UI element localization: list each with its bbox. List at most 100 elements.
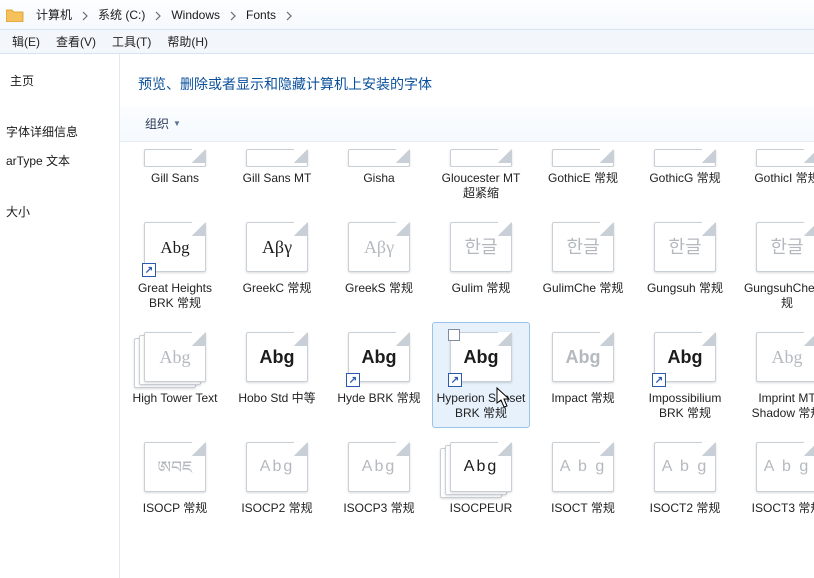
organize-button[interactable]: 组织 ▼ xyxy=(138,112,190,135)
shortcut-overlay-icon: ↗ xyxy=(346,373,360,387)
chevron-right-icon[interactable] xyxy=(82,10,88,20)
font-thumbnail: 한글 xyxy=(442,217,520,277)
font-item[interactable]: ཨབཇISOCP 常规 xyxy=(126,432,224,523)
font-label: Imprint MT Shadow 常规 xyxy=(741,391,814,421)
font-item[interactable]: Abg Imprint MT Shadow 常规 xyxy=(738,322,814,428)
menu-tools[interactable]: 工具(T) xyxy=(104,31,159,52)
sidebar: 主页 字体详细信息 arType 文本 大小 xyxy=(0,54,120,578)
breadcrumb-item[interactable]: Windows xyxy=(165,6,226,24)
chevron-right-icon[interactable] xyxy=(155,10,161,20)
font-item[interactable]: Αβγ GreekC 常规 xyxy=(228,212,326,318)
font-thumbnail: 한글 xyxy=(748,217,814,277)
font-item[interactable]: GothicE 常规 xyxy=(534,144,632,208)
font-item[interactable]: Abg↗Hyde BRK 常规 xyxy=(330,322,428,428)
font-thumbnail: Abg xyxy=(340,437,418,497)
font-item[interactable]: Gloucester MT 超紧缩 xyxy=(432,144,530,208)
shortcut-overlay-icon: ↗ xyxy=(142,263,156,277)
breadcrumb-item[interactable]: Fonts xyxy=(240,6,282,24)
font-sample: A b g xyxy=(748,459,814,475)
folder-icon xyxy=(6,7,24,23)
font-item[interactable]: Abg ISOCPEUR xyxy=(432,432,530,523)
font-item[interactable]: 한글 Gulim 常规 xyxy=(432,212,530,318)
font-label: GreekC 常规 xyxy=(243,281,312,296)
font-thumbnail xyxy=(748,149,814,167)
font-item[interactable]: Gill Sans MT xyxy=(228,144,326,208)
font-sample: A b g xyxy=(544,459,622,475)
sidebar-link-cleartype[interactable]: arType 文本 xyxy=(0,146,119,175)
font-label: Impossibilium BRK 常规 xyxy=(639,391,731,421)
menu-edit[interactable]: 辑(E) xyxy=(4,31,48,52)
breadcrumb-item[interactable]: 系统 (C:) xyxy=(92,4,151,25)
font-sample: Abg xyxy=(340,459,418,475)
font-sample: Abg xyxy=(646,348,724,366)
font-thumbnail xyxy=(442,149,520,167)
font-thumbnail: Αβγ xyxy=(238,217,316,277)
font-label: ISOCPEUR xyxy=(450,501,513,516)
breadcrumb-item[interactable]: 计算机 xyxy=(30,4,78,25)
font-item[interactable]: 한글GulimChe 常规 xyxy=(534,212,632,318)
chevron-right-icon[interactable] xyxy=(230,10,236,20)
menu-help[interactable]: 帮助(H) xyxy=(159,31,216,52)
page-title: 预览、删除或者显示和隐藏计算机上安装的字体 xyxy=(120,54,814,106)
sidebar-heading-home[interactable]: 主页 xyxy=(0,66,119,95)
font-item[interactable]: Abg High Tower Text xyxy=(126,322,224,428)
font-grid-scroll[interactable]: Gill Sans Gill Sans MT Gisha Gloucester MT … xyxy=(120,142,814,578)
font-item[interactable]: ΑβγGreekS 常规 xyxy=(330,212,428,318)
font-sample: Abg xyxy=(238,459,316,475)
font-sample: Αβγ xyxy=(238,238,316,256)
font-item[interactable]: Abg ↗ Hyperion Sunset BRK 常规 xyxy=(432,322,530,428)
font-sample: Abg xyxy=(136,239,214,256)
font-sample: Abg xyxy=(442,459,520,475)
font-item[interactable]: AbgHobo Std 中等 xyxy=(228,322,326,428)
menu-view[interactable]: 查看(V) xyxy=(48,31,104,52)
font-item[interactable]: AbgImpact 常规 xyxy=(534,322,632,428)
shortcut-overlay-icon: ↗ xyxy=(448,373,462,387)
font-sample: Abg xyxy=(340,348,418,366)
font-item[interactable]: Abg ↗ Great Heights BRK 常规 xyxy=(126,212,224,318)
font-thumbnail: A b g xyxy=(544,437,622,497)
font-sample: ཨབཇ xyxy=(136,459,214,476)
font-label: GungsuhChe 常规 xyxy=(741,281,814,311)
menu-bar: 辑(E) 查看(V) 工具(T) 帮助(H) xyxy=(0,30,814,54)
chevron-right-icon[interactable] xyxy=(286,10,292,20)
font-label: Gisha xyxy=(363,171,394,186)
font-item[interactable]: 한글 GungsuhChe 常规 xyxy=(738,212,814,318)
address-bar[interactable]: 计算机 系统 (C:) Windows Fonts xyxy=(0,0,814,30)
font-item[interactable]: Abg ↗ Impossibilium BRK 常规 xyxy=(636,322,734,428)
font-thumbnail: A b g xyxy=(748,437,814,497)
font-item[interactable]: A b gISOCT2 常规 xyxy=(636,432,734,523)
sidebar-link-size[interactable]: 大小 xyxy=(0,197,119,226)
font-label: GreekS 常规 xyxy=(345,281,413,296)
font-sample: Abg xyxy=(748,348,814,366)
font-sample: 한글 xyxy=(646,238,724,256)
font-item[interactable]: 한글 Gungsuh 常规 xyxy=(636,212,734,318)
dropdown-icon: ▼ xyxy=(173,119,181,128)
font-item[interactable]: GothicI 常规 xyxy=(738,144,814,208)
font-label: Hyperion Sunset BRK 常规 xyxy=(435,391,527,421)
font-label: GothicI 常规 xyxy=(754,171,814,186)
font-label: ISOCP2 常规 xyxy=(241,501,312,516)
font-item[interactable]: A b gISOCT3 常规 xyxy=(738,432,814,523)
font-thumbnail xyxy=(238,149,316,167)
sidebar-link-font-details[interactable]: 字体详细信息 xyxy=(0,117,119,146)
font-item[interactable]: Gill Sans xyxy=(126,144,224,208)
font-item[interactable]: A b gISOCT 常规 xyxy=(534,432,632,523)
font-label: Gulim 常规 xyxy=(452,281,511,296)
font-label: Gloucester MT 超紧缩 xyxy=(435,171,527,201)
font-sample: Abg xyxy=(442,348,520,366)
font-thumbnail: Abg ↗ xyxy=(340,327,418,387)
font-thumbnail: Abg xyxy=(136,327,214,387)
font-thumbnail: ཨབཇ xyxy=(136,437,214,497)
font-label: Gungsuh 常规 xyxy=(647,281,723,296)
font-label: High Tower Text xyxy=(133,391,218,406)
font-item[interactable]: Abg ISOCP2 常规 xyxy=(228,432,326,523)
selection-checkbox[interactable] xyxy=(448,329,460,341)
font-item[interactable]: Gisha xyxy=(330,144,428,208)
font-item[interactable]: AbgISOCP3 常规 xyxy=(330,432,428,523)
font-label: Gill Sans xyxy=(151,171,199,186)
shortcut-overlay-icon: ↗ xyxy=(652,373,666,387)
font-thumbnail: Abg ↗ xyxy=(136,217,214,277)
font-item[interactable]: GothicG 常规 xyxy=(636,144,734,208)
font-thumbnail: 한글 xyxy=(646,217,724,277)
font-label: Great Heights BRK 常规 xyxy=(129,281,221,311)
